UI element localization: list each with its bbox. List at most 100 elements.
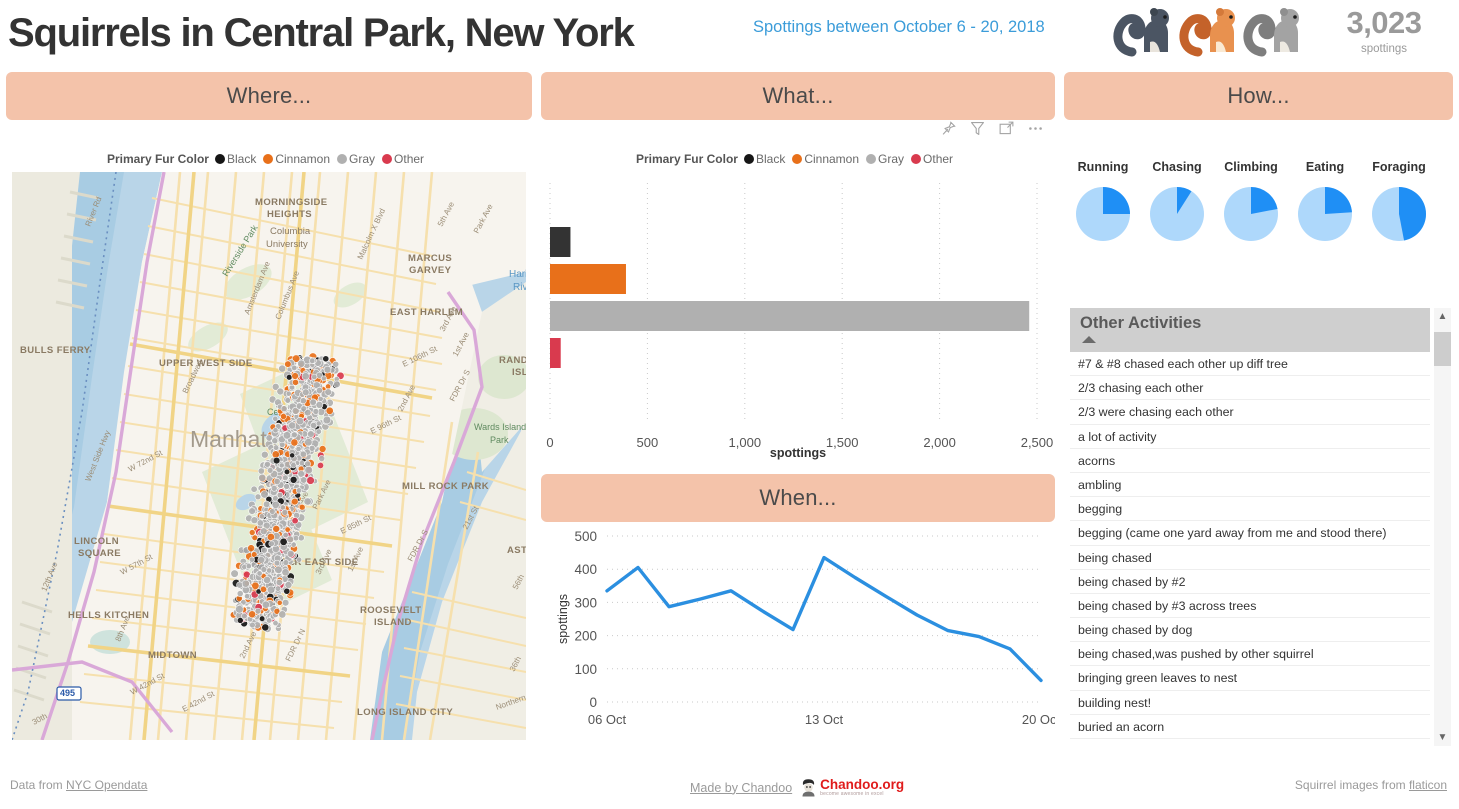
bar-legend-item-cinnamon[interactable]: Cinnamon: [792, 152, 859, 166]
pie-svg: [1298, 187, 1352, 241]
legend-dot-other: [911, 154, 922, 164]
svg-text:20 Oct: 20 Oct: [1022, 712, 1055, 727]
map-legend-item-black[interactable]: Black: [214, 152, 257, 166]
scroll-down-arrow-icon[interactable]: ▼: [1434, 729, 1451, 746]
pie-chart-climbing[interactable]: Climbing: [1212, 160, 1290, 249]
activity-pie-charts: Running Chasing Climbing Eating Foraging: [1064, 160, 1453, 280]
map-legend-item-cinnamon[interactable]: Cinnamon: [263, 152, 330, 166]
bar-legend-item-other[interactable]: Other: [911, 152, 953, 166]
pie-chart-running[interactable]: Running: [1064, 160, 1142, 249]
banner-when[interactable]: When...: [541, 474, 1055, 522]
pie-title-eating: Eating: [1305, 160, 1345, 174]
legend-label: Cinnamon: [804, 152, 860, 166]
activity-row[interactable]: being chased,was pushed by other squirre…: [1070, 642, 1430, 667]
squirrel-map[interactable]: MORNINGSIDE HEIGHTS Columbia University MARC…: [12, 172, 526, 740]
activities-column-header[interactable]: Other Activities: [1070, 308, 1430, 352]
banner-what[interactable]: What...: [541, 72, 1055, 120]
nyc-opendata-link[interactable]: NYC Opendata: [66, 778, 147, 792]
map-legend: Primary Fur Color Black Cinnamon Gray Other: [6, 152, 532, 166]
legend-dot-black: [214, 154, 225, 164]
pie-title-foraging: Foraging: [1372, 160, 1426, 174]
spottings-over-time-line-chart[interactable]: 0 100 200 300 400 500 spottings 06 Oct 13 Oct 20 …: [541, 524, 1061, 740]
image-credit: Squirrel images from flaticon: [1295, 778, 1447, 792]
dashboard-footer: Data from NYC Opendata Made by Chandoo C…: [0, 770, 1459, 809]
pie-title-chasing: Chasing: [1152, 160, 1202, 174]
svg-text:200: 200: [574, 629, 597, 644]
activity-row[interactable]: being chased by #3 across trees: [1070, 594, 1430, 619]
pie-svg: [1224, 187, 1278, 241]
svg-text:spottings: spottings: [556, 594, 570, 644]
svg-text:400: 400: [574, 562, 597, 577]
squirrel-icons-group: [1110, 6, 1300, 58]
activity-row[interactable]: 2/3 were chasing each other: [1070, 400, 1430, 425]
activity-row[interactable]: begging: [1070, 497, 1430, 522]
svg-text:100: 100: [574, 662, 597, 677]
squirrel-cinnamon-icon: [1179, 8, 1235, 57]
images-from-prefix: Squirrel images from: [1294, 778, 1409, 792]
pie-svg: [1076, 187, 1130, 241]
legend-dot-cinnamon: [792, 154, 803, 164]
scroll-up-arrow-icon[interactable]: ▲: [1434, 308, 1451, 325]
activity-row[interactable]: 2/3 chasing each other: [1070, 376, 1430, 401]
map-legend-title: Primary Fur Color: [106, 152, 209, 166]
activity-row[interactable]: bringing green leaves to nest: [1070, 666, 1430, 691]
data-from-prefix: Data from: [10, 778, 67, 792]
pie-svg: [1150, 187, 1204, 241]
dashboard-header: Squirrels in Central Park, New York Spot…: [0, 0, 1459, 68]
activity-row[interactable]: begging (came one yard away from me and …: [1070, 521, 1430, 546]
made-by-chandoo-link[interactable]: Made by Chandoo: [690, 781, 792, 795]
filter-icon[interactable]: [969, 120, 986, 137]
svg-text:500: 500: [574, 529, 597, 544]
svg-text:13 Oct: 13 Oct: [805, 712, 844, 727]
banner-where[interactable]: Where...: [6, 72, 532, 120]
spottings-kpi: 3,023 spottings: [1330, 4, 1438, 56]
pie-chart-chasing[interactable]: Chasing: [1138, 160, 1216, 249]
kpi-value: 3,023: [1346, 5, 1422, 40]
activity-row[interactable]: a lot of activity: [1070, 425, 1430, 449]
fur-color-bar-chart[interactable]: 0 500 1,000 1,500 2,000 2,500: [541, 175, 1055, 465]
legend-label: Black: [226, 152, 257, 166]
chandoo-mascot-icon: [802, 779, 815, 797]
page-title: Squirrels in Central Park, New York: [8, 11, 635, 55]
activity-row[interactable]: being chased by dog: [1070, 618, 1430, 643]
map-legend-item-gray[interactable]: Gray: [337, 152, 375, 166]
legend-label: Gray: [878, 152, 905, 166]
activity-row[interactable]: being chased: [1070, 546, 1430, 570]
visual-toolbar[interactable]: [940, 118, 1055, 138]
pie-title-running: Running: [1077, 160, 1129, 174]
bar-legend-item-gray[interactable]: Gray: [866, 152, 904, 166]
activity-row[interactable]: buried an acorn: [1070, 715, 1430, 739]
author-credit: Made by Chandoo Chandoo.org become aweso…: [690, 778, 904, 797]
svg-text:0: 0: [589, 695, 597, 710]
activity-row[interactable]: acorns: [1070, 449, 1430, 473]
bar-legend-title: Primary Fur Color: [635, 152, 738, 166]
pin-icon[interactable]: [940, 120, 957, 137]
activity-row[interactable]: building nest!: [1070, 691, 1430, 715]
activity-row[interactable]: being chased by #2: [1070, 570, 1430, 594]
activity-row[interactable]: ambling: [1070, 473, 1430, 498]
svg-text:300: 300: [574, 595, 597, 610]
legend-label: Black: [755, 152, 786, 166]
pie-title-climbing: Climbing: [1224, 160, 1278, 174]
sort-ascending-icon[interactable]: [1082, 336, 1096, 343]
map-legend-item-other[interactable]: Other: [382, 152, 424, 166]
bar-legend-item-black[interactable]: Black: [743, 152, 786, 166]
pie-chart-foraging[interactable]: Foraging: [1360, 160, 1438, 249]
pie-chart-eating[interactable]: Eating: [1286, 160, 1364, 249]
squirrel-sighting-points: [229, 352, 345, 633]
focus-mode-icon[interactable]: [998, 120, 1015, 137]
legend-dot-gray: [337, 154, 348, 164]
activity-row[interactable]: #7 & #8 chased each other up diff tree: [1070, 352, 1430, 377]
scrollbar-thumb[interactable]: [1434, 332, 1451, 366]
flaticon-link[interactable]: flaticon: [1409, 778, 1447, 792]
legend-label: Gray: [349, 152, 376, 166]
activities-scrollbar[interactable]: ▲ ▼: [1434, 308, 1451, 746]
more-options-icon[interactable]: [1027, 120, 1044, 137]
legend-label: Other: [923, 152, 954, 166]
legend-dot-black: [743, 154, 754, 164]
chandoo-logo[interactable]: Chandoo.org become awesome in excel: [800, 778, 904, 797]
banner-how[interactable]: How...: [1064, 72, 1453, 120]
other-activities-table[interactable]: Other Activities #7 & #8 chased each oth…: [1070, 308, 1430, 746]
activities-title: Other Activities: [1080, 314, 1202, 332]
legend-label: Cinnamon: [275, 152, 331, 166]
